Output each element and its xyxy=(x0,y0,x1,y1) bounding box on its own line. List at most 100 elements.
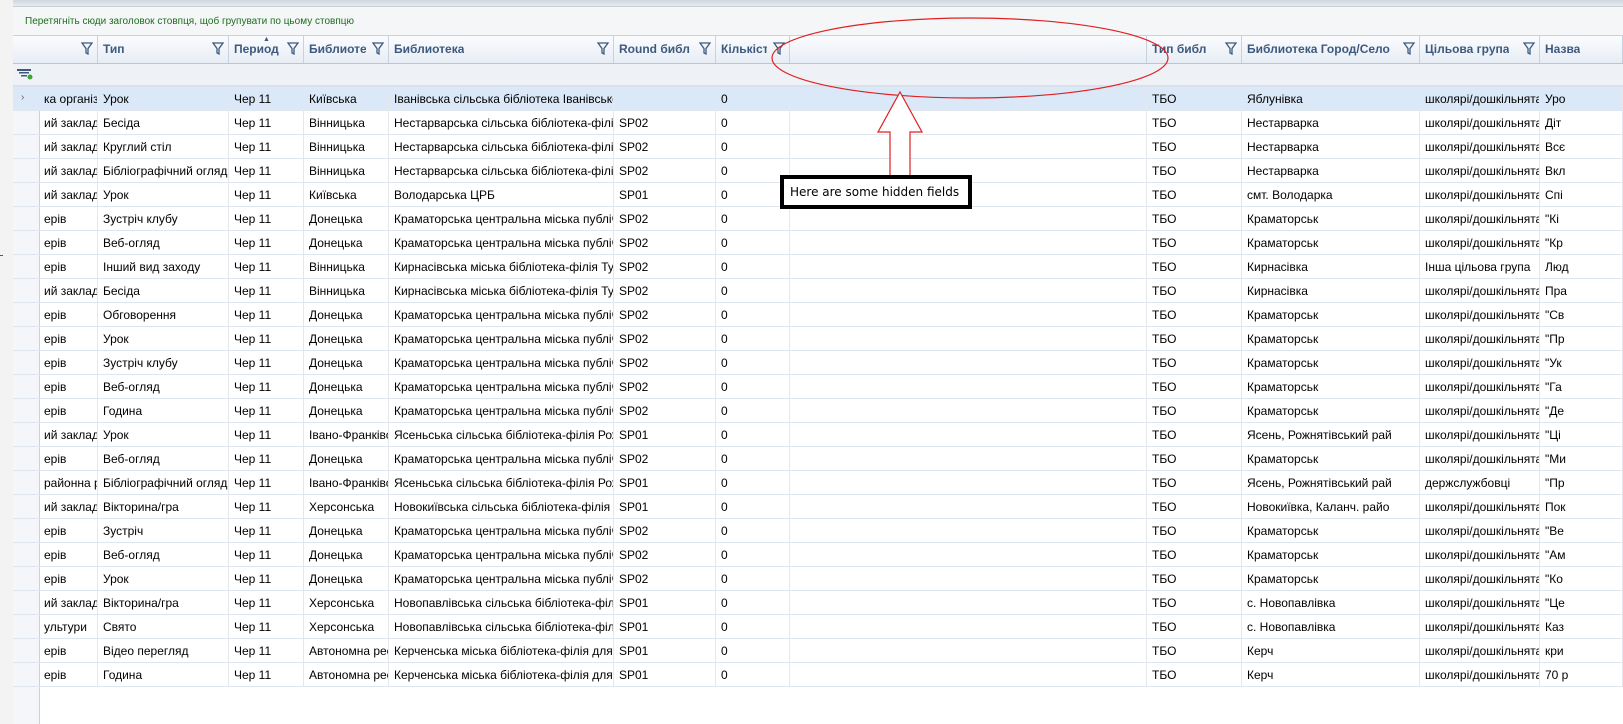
cell-name[interactable]: "Пр xyxy=(1540,327,1623,351)
cell-hidden[interactable] xyxy=(790,639,1147,663)
cell-round[interactable]: SP01 xyxy=(614,591,716,615)
cell-target[interactable]: школярі/дошкільнята xyxy=(1420,351,1540,375)
cell-name[interactable]: Каз xyxy=(1540,615,1623,639)
cell-target[interactable]: держслужбовці xyxy=(1420,471,1540,495)
cell-target[interactable]: школярі/дошкільнята xyxy=(1420,423,1540,447)
cell-org[interactable]: ерів xyxy=(39,303,98,327)
table-row[interactable]: ерів Зустріч клубу Чер 11 Донецька Краматорс… xyxy=(13,351,1623,375)
cell-lib-type[interactable]: ТБО xyxy=(1147,255,1242,279)
cell-hidden[interactable] xyxy=(790,231,1147,255)
cell-city[interactable]: Краматорськ xyxy=(1242,399,1420,423)
cell-region[interactable]: Вінницька xyxy=(304,159,389,183)
cell-region[interactable]: Донецька xyxy=(304,567,389,591)
cell-count[interactable]: 0 xyxy=(716,471,790,495)
cell-hidden[interactable] xyxy=(790,495,1147,519)
cell-hidden[interactable] xyxy=(790,423,1147,447)
cell-target[interactable]: школярі/дошкільнята xyxy=(1420,231,1540,255)
cell-type[interactable]: Урок xyxy=(98,183,229,207)
cell-type[interactable]: Обговорення xyxy=(98,303,229,327)
cell-library[interactable]: Краматорська центральна міська публічна xyxy=(389,327,614,351)
cell-round[interactable]: SP02 xyxy=(614,207,716,231)
cell-lib-type[interactable]: ТБО xyxy=(1147,615,1242,639)
cell-period[interactable]: Чер 11 xyxy=(229,519,304,543)
cell-name[interactable]: кри xyxy=(1540,639,1623,663)
column-header-count[interactable]: Кількість xyxy=(716,36,790,63)
filter-funnel-icon[interactable] xyxy=(287,42,299,56)
cell-target[interactable]: школярі/дошкільнята xyxy=(1420,159,1540,183)
cell-lib-type[interactable]: ТБО xyxy=(1147,639,1242,663)
column-header-round[interactable]: Round библ xyxy=(614,36,716,63)
cell-library[interactable]: Нестарварська сільська бібліотека-філія xyxy=(389,159,614,183)
cell-target[interactable]: школярі/дошкільнята xyxy=(1420,615,1540,639)
cell-hidden[interactable] xyxy=(790,135,1147,159)
cell-city[interactable]: Нестарварка xyxy=(1242,135,1420,159)
cell-region[interactable]: Вінницька xyxy=(304,111,389,135)
table-row[interactable]: ерів Веб-огляд Чер 11 Донецька Краматорська … xyxy=(13,375,1623,399)
cell-count[interactable]: 0 xyxy=(716,255,790,279)
cell-lib-type[interactable]: ТБО xyxy=(1147,279,1242,303)
cell-library[interactable]: Кирнасівська міська бібліотека-філія Тул xyxy=(389,255,614,279)
cell-region[interactable]: Донецька xyxy=(304,231,389,255)
cell-count[interactable]: 0 xyxy=(716,183,790,207)
cell-hidden[interactable] xyxy=(790,303,1147,327)
cell-type[interactable]: Веб-огляд xyxy=(98,231,229,255)
cell-round[interactable]: SP02 xyxy=(614,255,716,279)
cell-period[interactable]: Чер 11 xyxy=(229,567,304,591)
cell-type[interactable]: Вікторина/гра xyxy=(98,495,229,519)
filter-funnel-icon[interactable] xyxy=(1523,42,1535,56)
cell-lib-type[interactable]: ТБО xyxy=(1147,495,1242,519)
cell-name[interactable]: Люд xyxy=(1540,255,1623,279)
cell-city[interactable]: Новокиївка, Каланч. райо xyxy=(1242,495,1420,519)
cell-library[interactable]: Краматорська центральна міська публічна xyxy=(389,351,614,375)
cell-city[interactable]: смт. Володарка xyxy=(1242,183,1420,207)
table-row[interactable]: ерів Урок Чер 11 Донецька Краматорська центр… xyxy=(13,327,1623,351)
cell-hidden[interactable] xyxy=(790,327,1147,351)
cell-library[interactable]: Керченська міська бібліотека-філія для д xyxy=(389,663,614,687)
cell-org[interactable]: ерів xyxy=(39,663,98,687)
column-header-city[interactable]: Библиотека Город/Село xyxy=(1242,36,1420,63)
cell-count[interactable]: 0 xyxy=(716,567,790,591)
cell-type[interactable]: Зустріч клубу xyxy=(98,207,229,231)
cell-round[interactable]: SP02 xyxy=(614,231,716,255)
cell-library[interactable]: Краматорська центральна міська публічна xyxy=(389,303,614,327)
cell-library[interactable]: Краматорська центральна міська публічна xyxy=(389,207,614,231)
cell-count[interactable]: 0 xyxy=(716,87,790,111)
cell-period[interactable]: Чер 11 xyxy=(229,111,304,135)
cell-target[interactable]: школярі/дошкільнята xyxy=(1420,87,1540,111)
filter-funnel-icon[interactable] xyxy=(699,42,711,56)
cell-type[interactable]: Урок xyxy=(98,423,229,447)
cell-region[interactable]: Донецька xyxy=(304,447,389,471)
cell-target[interactable]: школярі/дошкільнята xyxy=(1420,543,1540,567)
cell-city[interactable]: Краматорськ xyxy=(1242,303,1420,327)
cell-type[interactable]: Веб-огляд xyxy=(98,543,229,567)
cell-round[interactable]: SP01 xyxy=(614,183,716,207)
cell-count[interactable]: 0 xyxy=(716,351,790,375)
cell-round[interactable]: SP02 xyxy=(614,303,716,327)
cell-library[interactable]: Нестарварська сільська бібліотека-філія xyxy=(389,135,614,159)
cell-target[interactable]: школярі/дошкільнята xyxy=(1420,399,1540,423)
cell-library[interactable]: Краматорська центральна міська публічна xyxy=(389,399,614,423)
cell-type[interactable]: Бесіда xyxy=(98,111,229,135)
cell-lib-type[interactable]: ТБО xyxy=(1147,135,1242,159)
cell-round[interactable]: SP01 xyxy=(614,423,716,447)
cell-org[interactable]: ерів xyxy=(39,327,98,351)
cell-city[interactable]: с. Новопавлівка xyxy=(1242,591,1420,615)
cell-period[interactable]: Чер 11 xyxy=(229,423,304,447)
cell-city[interactable]: Нестарварка xyxy=(1242,159,1420,183)
table-row[interactable]: ерівВідео переглядЧер 11Автономна респуб… xyxy=(13,639,1623,663)
filter-row-icon[interactable] xyxy=(17,68,33,80)
cell-library[interactable]: Іванівська сільська бібліотека Іванівськ… xyxy=(389,87,614,111)
cell-count[interactable]: 0 xyxy=(716,447,790,471)
cell-city[interactable]: Краматорськ xyxy=(1242,207,1420,231)
cell-library[interactable]: Новопавлівська сільська бібліотека-філія xyxy=(389,591,614,615)
cell-period[interactable]: Чер 11 xyxy=(229,87,304,111)
cell-lib-type[interactable]: ТБО xyxy=(1147,327,1242,351)
cell-period[interactable]: Чер 11 xyxy=(229,375,304,399)
cell-hidden[interactable] xyxy=(790,399,1147,423)
cell-hidden[interactable] xyxy=(790,663,1147,687)
cell-round[interactable]: SP02 xyxy=(614,135,716,159)
table-row[interactable]: ий заклад Бесіда Чер 11 Вінницька Нестарварс… xyxy=(13,111,1623,135)
cell-name[interactable]: "Ко xyxy=(1540,567,1623,591)
cell-library[interactable]: Краматорська центральна міська публічна xyxy=(389,567,614,591)
cell-city[interactable]: Кирнасівка xyxy=(1242,255,1420,279)
